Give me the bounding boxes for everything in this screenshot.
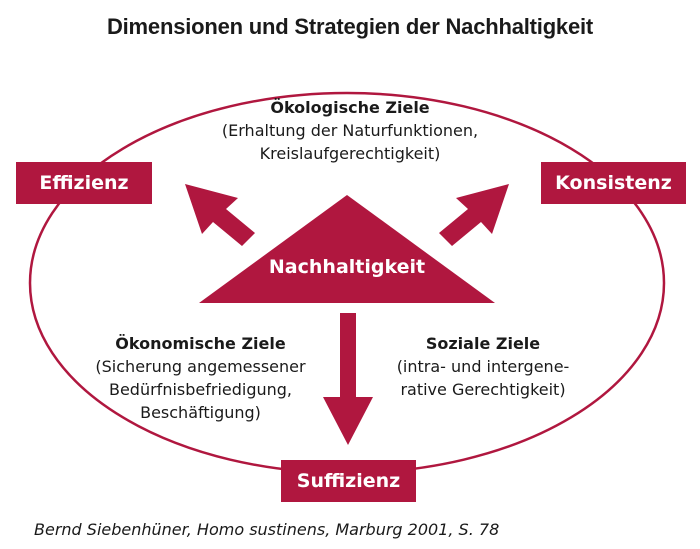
social-goals-line2: rative Gerechtigkeit) (400, 380, 566, 399)
social-goals-line1: (intra- und intergene- (396, 357, 570, 376)
arrow-to-effizienz (185, 184, 255, 246)
ecological-goals: Ökologische Ziele (Erhaltung der Naturfu… (170, 96, 530, 165)
economic-goals-line1: (Sicherung angemessener (95, 357, 306, 376)
center-label: Nachhaltigkeit (268, 256, 426, 278)
arrow-to-konsistenz (439, 184, 509, 246)
social-goals-heading: Soziale Ziele (425, 334, 541, 353)
citation: Bernd Siebenhüner, Homo sustinens, Marbu… (34, 520, 500, 539)
strategy-box-suffizienz: Suffizienz (281, 460, 416, 502)
ecological-goals-line1: (Erhaltung der Naturfunktionen, (221, 121, 479, 140)
economic-goals-heading: Ökonomische Ziele (115, 334, 286, 353)
ecological-goals-heading: Ökologische Ziele (270, 98, 430, 117)
strategy-label-effizienz: Effizienz (39, 172, 129, 194)
economic-goals-line3: Beschäftigung) (140, 403, 261, 422)
ecological-goals-line2: Kreislaufgerechtigkeit) (259, 144, 441, 163)
strategy-label-suffizienz: Suffizienz (296, 470, 401, 492)
center-triangle (199, 195, 495, 303)
social-goals: Soziale Ziele (intra- und intergene- rat… (368, 332, 598, 401)
economic-goals: Ökonomische Ziele (Sicherung angemessene… (68, 332, 333, 424)
economic-goals-line2: Bedürfnisbefriedigung, (108, 380, 293, 399)
strategy-box-konsistenz: Konsistenz (541, 162, 686, 204)
strategy-box-effizienz: Effizienz (16, 162, 152, 204)
strategy-label-konsistenz: Konsistenz (555, 172, 672, 194)
